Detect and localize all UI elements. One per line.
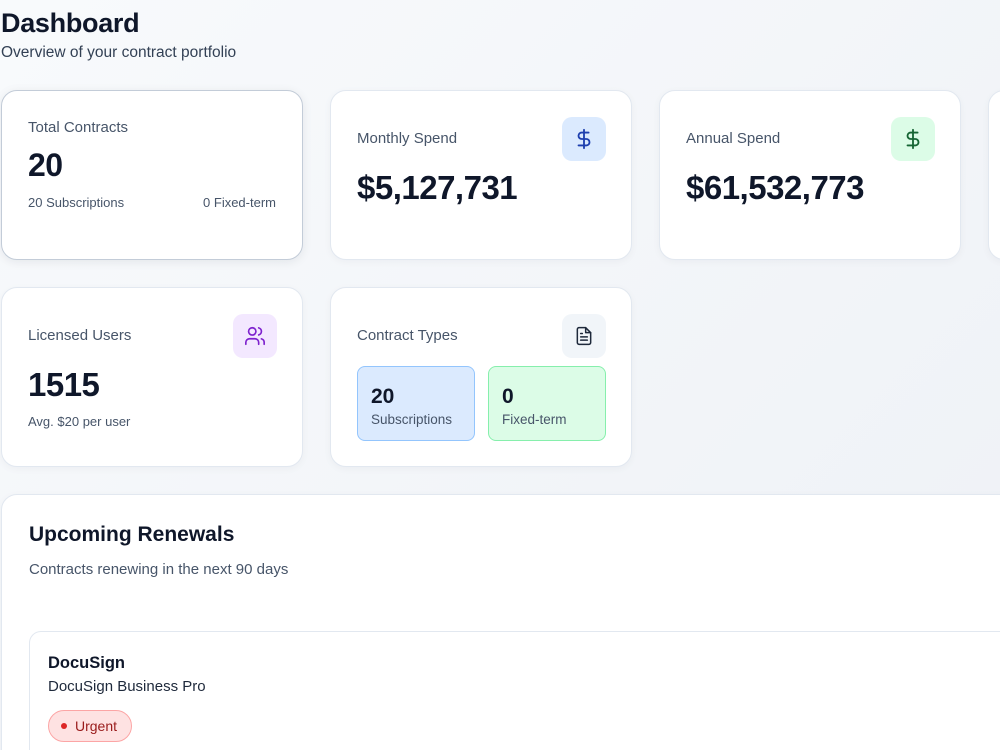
page-title: Dashboard [1, 8, 140, 38]
subscriptions-label: Subscriptions [371, 412, 453, 427]
partial-stat-card[interactable] [988, 90, 1000, 260]
dashboard-page: Dashboard Overview of your contract port… [0, 0, 1000, 750]
monthly-spend-label: Monthly Spend [357, 130, 458, 147]
renewals-subtitle: Contracts renewing in the next 90 days [29, 561, 289, 578]
subscriptions-count: 20 [371, 385, 395, 408]
renewal-product: DocuSign Business Pro [48, 678, 206, 695]
total-subscriptions-count: 20 Subscriptions [28, 195, 125, 210]
renewals-title: Upcoming Renewals [29, 523, 235, 546]
fixed-term-count: 0 [502, 385, 514, 408]
dollar-icon [562, 117, 606, 161]
renewal-vendor: DocuSign [48, 654, 125, 672]
licensed-users-value: 1515 [28, 366, 100, 403]
total-fixed-term-count: 0 Fixed-term [203, 195, 276, 210]
total-contracts-value: 20 [28, 147, 63, 183]
users-icon [233, 314, 277, 358]
contract-types-card[interactable]: Contract Types 20 Subscriptions 0 Fixed-… [330, 287, 632, 467]
monthly-spend-card[interactable]: Monthly Spend $5,127,731 [330, 90, 632, 260]
annual-spend-card[interactable]: Annual Spend $61,532,773 [659, 90, 961, 260]
licensed-users-card[interactable]: Licensed Users 1515 Avg. $20 per user [1, 287, 303, 467]
page-subtitle: Overview of your contract portfolio [1, 44, 237, 61]
fixed-term-label: Fixed-term [502, 412, 567, 427]
total-contracts-label: Total Contracts [28, 119, 129, 136]
urgent-badge: Urgent [48, 710, 133, 742]
document-icon [562, 314, 606, 358]
annual-spend-value: $61,532,773 [686, 169, 865, 206]
annual-spend-label: Annual Spend [686, 130, 781, 147]
avg-per-user: Avg. $20 per user [28, 414, 131, 429]
contract-types-label: Contract Types [357, 327, 458, 344]
urgent-dot-icon [61, 723, 67, 729]
fixed-term-tile[interactable]: 0 Fixed-term [488, 366, 606, 441]
monthly-spend-value: $5,127,731 [357, 169, 518, 206]
urgent-badge-label: Urgent [75, 718, 118, 734]
subscriptions-tile[interactable]: 20 Subscriptions [357, 366, 475, 441]
licensed-users-label: Licensed Users [28, 327, 132, 344]
renewal-item[interactable]: DocuSign DocuSign Business Pro Urgent [29, 631, 1000, 750]
upcoming-renewals-section: Upcoming Renewals Contracts renewing in … [1, 494, 1000, 750]
total-contracts-card[interactable]: Total Contracts 20 20 Subscriptions 0 Fi… [1, 90, 303, 260]
dollar-icon [891, 117, 935, 161]
